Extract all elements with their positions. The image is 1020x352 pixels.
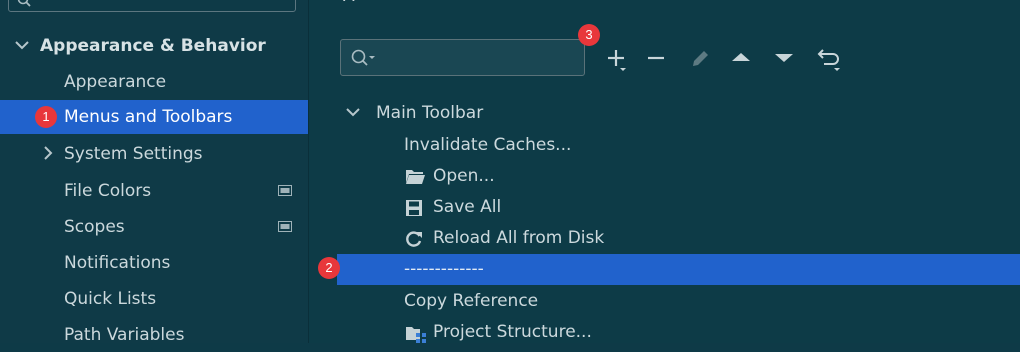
tree-item-open[interactable]: Open...	[337, 161, 1020, 192]
tree-item-label: Open...	[433, 166, 495, 186]
tree-node-label: Main Toolbar	[376, 103, 484, 123]
project-structure-icon	[406, 327, 426, 343]
sidebar-item-file-colors[interactable]: File Colors	[0, 174, 308, 208]
sidebar-item-label: Notifications	[64, 253, 171, 273]
move-up-icon[interactable]	[726, 44, 756, 72]
sidebar-item-scopes[interactable]: Scopes	[0, 210, 308, 244]
sidebar-item-label: Quick Lists	[64, 289, 157, 309]
sidebar-item-label: Menus and Toolbars	[64, 107, 233, 127]
tree-item-project-structure[interactable]: Project Structure...	[337, 317, 1020, 348]
page-title: A	[343, 0, 355, 6]
sidebar-item-quick-lists[interactable]: Quick Lists	[0, 282, 308, 316]
settings-sidebar: Appearance & Behavior Appearance 1 Menus…	[0, 0, 309, 345]
tree-item-label: Project Structure...	[433, 322, 592, 342]
chevron-down-icon	[346, 108, 360, 117]
tree-node-main-toolbar[interactable]: Main Toolbar	[337, 98, 1020, 129]
settings-search-input[interactable]	[8, 0, 296, 12]
tree-item-invalidate-caches[interactable]: Invalidate Caches...	[337, 130, 1020, 161]
tree-item-save-all[interactable]: Save All	[337, 192, 1020, 223]
sidebar-item-system-settings[interactable]: System Settings	[0, 137, 308, 171]
sidebar-item-label: Appearance	[64, 72, 167, 92]
tree-item-separator[interactable]: -------------	[337, 254, 1020, 285]
sidebar-item-appearance[interactable]: Appearance	[0, 65, 308, 99]
step-badge: 3	[578, 24, 600, 46]
actions-search-input[interactable]	[340, 39, 585, 76]
remove-icon[interactable]	[641, 44, 671, 72]
sidebar-group-appearance-behavior[interactable]: Appearance & Behavior	[0, 29, 308, 63]
sidebar-group-label: Appearance & Behavior	[40, 36, 266, 56]
edit-icon[interactable]	[685, 44, 715, 72]
step-badge: 2	[318, 257, 340, 279]
sidebar-item-menus-and-toolbars[interactable]: 1 Menus and Toolbars	[0, 100, 308, 134]
tree-item-label: -------------	[404, 259, 484, 279]
sidebar-item-path-variables[interactable]: Path Variables	[0, 318, 308, 352]
search-icon	[351, 49, 375, 66]
save-icon	[406, 200, 422, 216]
sidebar-item-label: Path Variables	[64, 325, 185, 345]
reload-icon	[406, 231, 422, 247]
tree-item-label: Invalidate Caches...	[404, 135, 572, 155]
sidebar-item-label: Scopes	[64, 217, 125, 237]
project-level-icon	[278, 221, 292, 232]
add-icon[interactable]	[601, 44, 631, 72]
tree-item-reload-all-from-disk[interactable]: Reload All from Disk	[337, 223, 1020, 254]
tree-item-label: Save All	[433, 197, 502, 217]
search-icon	[17, 0, 31, 7]
sidebar-item-notifications[interactable]: Notifications	[0, 246, 308, 280]
folder-icon	[406, 170, 425, 184]
tree-item-label: Reload All from Disk	[433, 228, 605, 248]
sidebar-item-label: File Colors	[64, 181, 152, 201]
tree-item-copy-reference[interactable]: Copy Reference	[337, 286, 1020, 317]
chevron-down-icon	[15, 41, 29, 50]
restore-icon[interactable]	[814, 44, 844, 72]
project-level-icon	[278, 185, 292, 196]
sidebar-item-label: System Settings	[64, 144, 203, 164]
tree-item-label: Copy Reference	[404, 291, 539, 311]
move-down-icon[interactable]	[769, 44, 799, 72]
step-badge: 1	[35, 106, 57, 128]
chevron-right-icon	[44, 146, 53, 160]
